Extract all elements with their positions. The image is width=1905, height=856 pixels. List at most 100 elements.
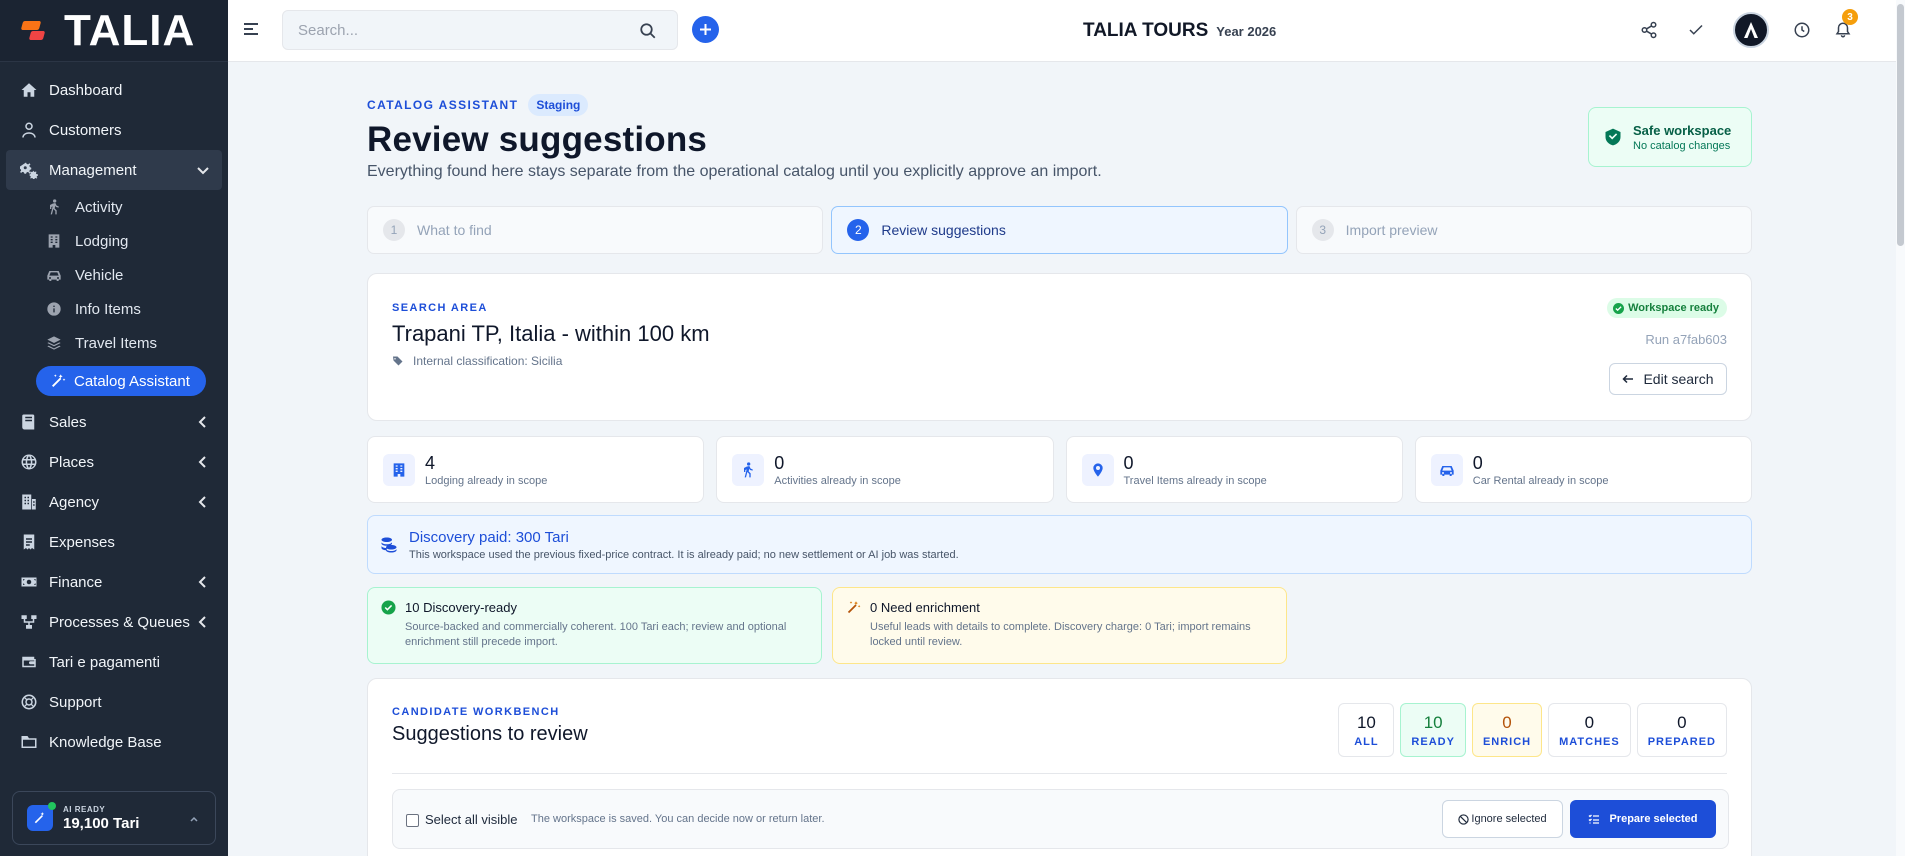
search-icon[interactable] <box>639 22 657 40</box>
sidebar-item-customers[interactable]: Customers <box>0 110 228 150</box>
sidebar-subitem-travel-items[interactable]: Travel Items <box>0 326 228 360</box>
filter-matches[interactable]: 0 MATCHES <box>1548 703 1631 757</box>
sidebar-item-expenses[interactable]: Expenses <box>0 522 228 562</box>
sidebar-item-finance[interactable]: Finance <box>0 562 228 602</box>
ignore-selected-button[interactable]: Ignore selected <box>1442 800 1563 838</box>
search-area-label: SEARCH AREA <box>392 302 488 314</box>
gears-icon <box>18 159 40 181</box>
step-review-suggestions[interactable]: 2 Review suggestions <box>831 206 1288 254</box>
sidebar-item-label: Sales <box>49 413 87 431</box>
sidebar-item-label: Knowledge Base <box>49 733 162 751</box>
menu-toggle-icon[interactable] <box>244 23 258 37</box>
status-dot <box>48 802 56 810</box>
scrollbar-thumb[interactable] <box>1897 4 1904 246</box>
filter-ready[interactable]: 10 READY <box>1400 703 1466 757</box>
status-filters: 10 ALL 10 READY 0 ENRICH 0 MATCHES 0 PREPARED <box>1338 703 1727 757</box>
coins-icon <box>381 537 397 553</box>
sidebar-item-management[interactable]: Management <box>6 150 222 190</box>
sidebar-item-processes-queues[interactable]: Processes & Queues <box>0 602 228 642</box>
wizard-steps: 1 What to find 2 Review suggestions 3 Im… <box>367 206 1752 254</box>
stat-label: Activities already in scope <box>774 474 901 487</box>
sidebar-subitem-activity[interactable]: Activity <box>0 190 228 224</box>
car-icon <box>46 267 66 283</box>
sidebar-item-agency[interactable]: Agency <box>0 482 228 522</box>
discovery-text: This workspace used the previous fixed-p… <box>409 549 959 561</box>
scope-stats: 4 Lodging already in scope 0 Activities al… <box>367 436 1752 503</box>
arrow-left-icon <box>1622 374 1634 384</box>
edit-search-button[interactable]: Edit search <box>1609 363 1727 395</box>
sidebar-subitem-lodging[interactable]: Lodging <box>0 224 228 258</box>
need-enrichment-card[interactable]: 0 Need enrichment Useful leads with deta… <box>832 587 1287 664</box>
ignore-selected-label: Ignore selected <box>1471 813 1547 825</box>
add-button[interactable] <box>692 16 719 43</box>
sidebar-item-catalog-assistant[interactable]: Catalog Assistant <box>36 366 206 396</box>
step-import-preview[interactable]: 3 Import preview <box>1295 206 1752 254</box>
filter-all[interactable]: 10 ALL <box>1338 703 1395 757</box>
ready-title: 10 Discovery-ready <box>405 600 517 615</box>
step-what-to-find[interactable]: 1 What to find <box>367 206 824 254</box>
brand-logo[interactable]: TALIA <box>0 0 228 62</box>
sidebar-item-label: Dashboard <box>49 81 123 99</box>
sidebar-item-label: Expenses <box>49 533 115 551</box>
sidebar-nav: Dashboard Customers Management Activity … <box>0 62 228 762</box>
safe-workspace-subtitle: No catalog changes <box>1633 139 1731 152</box>
stat-travel-items: 0 Travel Items already in scope <box>1065 436 1403 503</box>
banknote-icon <box>18 571 40 593</box>
page-scrollbar[interactable] <box>1896 0 1905 856</box>
sidebar-subitem-vehicle[interactable]: Vehicle <box>0 258 228 292</box>
filter-enrich[interactable]: 0 ENRICH <box>1471 703 1543 757</box>
stat-activities: 0 Activities already in scope <box>716 436 1054 503</box>
search-input[interactable] <box>283 11 677 49</box>
notification-badge: 3 <box>1842 9 1858 25</box>
stat-lodging: 4 Lodging already in scope <box>367 436 705 503</box>
env-badge: Staging <box>528 94 589 116</box>
stat-label: Car Rental already in scope <box>1472 474 1609 487</box>
sidebar-item-label: Customers <box>49 121 122 139</box>
sidebar-item-dashboard[interactable]: Dashboard <box>0 70 228 110</box>
safe-workspace-title: Safe workspace <box>1633 122 1732 138</box>
sidebar-item-support[interactable]: Support <box>0 682 228 722</box>
magic-wand-icon <box>52 374 66 387</box>
avatar-logo-icon <box>1744 22 1758 38</box>
sidebar-item-sales[interactable]: Sales <box>0 402 228 442</box>
filter-prepared[interactable]: 0 PREPARED <box>1636 703 1727 757</box>
app-title: TALIA TOURS Year 2026 <box>1083 20 1276 42</box>
stat-label: Lodging already in scope <box>425 474 548 487</box>
check-icon <box>1689 24 1703 35</box>
map-pin-icon <box>1081 453 1114 486</box>
lifebuoy-icon <box>18 691 40 713</box>
ai-credits-card[interactable]: AI READY 19,100 Tari <box>12 791 216 845</box>
share-button[interactable] <box>1638 19 1660 41</box>
prepare-selected-button[interactable]: Prepare selected <box>1570 800 1716 838</box>
discovery-ready-card[interactable]: 10 Discovery-ready Source-backed and com… <box>367 587 822 664</box>
select-all-checkbox[interactable] <box>406 814 419 827</box>
sidebar-item-label: Catalog Assistant <box>74 372 190 390</box>
magic-wand-icon <box>847 601 861 614</box>
workbench-title: Suggestions to review <box>392 723 588 745</box>
workbench-label: CANDIDATE WORKBENCH <box>392 706 560 718</box>
tasks-button[interactable] <box>1685 19 1707 41</box>
sidebar-subitem-label: Vehicle <box>75 266 124 284</box>
search-area-title: Trapani TP, Italia - within 100 km <box>392 321 710 346</box>
check-circle-icon <box>1613 302 1625 314</box>
chevron-left-icon <box>198 496 206 508</box>
sidebar-item-label: Processes & Queues <box>49 613 190 631</box>
select-all-label[interactable]: Select all visible <box>425 812 518 827</box>
filter-count: 0 <box>1502 712 1512 732</box>
discovery-paid-notice: Discovery paid: 300 Tari This workspace … <box>367 515 1752 574</box>
sidebar-item-knowledge-base[interactable]: Knowledge Base <box>0 722 228 762</box>
filter-label: PREPARED <box>1647 735 1716 748</box>
sidebar-item-tari-pagamenti[interactable]: Tari e pagamenti <box>0 642 228 682</box>
history-button[interactable] <box>1791 19 1813 41</box>
avatar[interactable] <box>1733 12 1769 48</box>
home-icon <box>18 79 40 101</box>
stat-value: 0 <box>1123 452 1134 473</box>
sidebar-item-places[interactable]: Places <box>0 442 228 482</box>
sidebar-subitem-info-items[interactable]: Info Items <box>0 292 228 326</box>
share-icon <box>1641 21 1657 39</box>
hiking-icon <box>46 199 66 215</box>
safe-workspace-badge: Safe workspace No catalog changes <box>1588 107 1752 167</box>
company-name: TALIA TOURS <box>1083 20 1209 41</box>
filter-label: MATCHES <box>1559 735 1620 748</box>
step-number: 1 <box>383 219 405 241</box>
